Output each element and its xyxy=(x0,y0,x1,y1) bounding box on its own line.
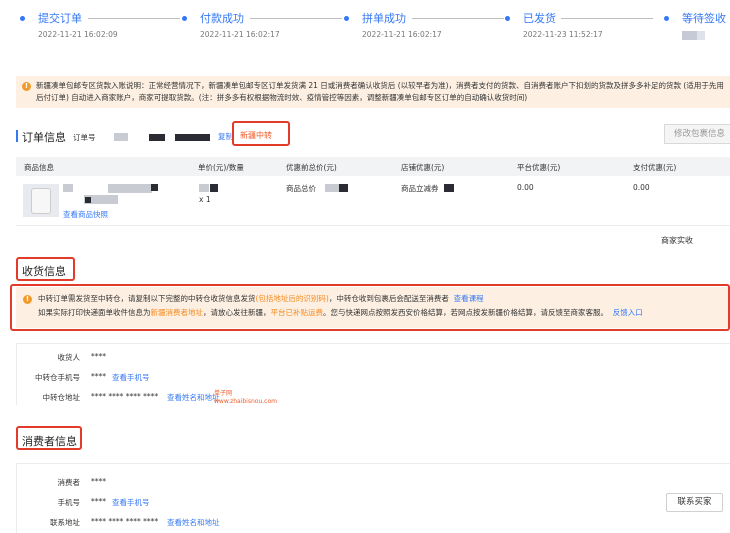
col-price-qty: 单价(元)/数量 xyxy=(198,163,244,172)
merchant-received-label: 商家实收 xyxy=(661,236,693,245)
step-label: 拼单成功 xyxy=(362,12,406,25)
shop-discount-label: 商品立减券 xyxy=(401,184,439,193)
step-connector xyxy=(250,18,342,19)
warehouse-phone-label: 中转仓手机号 xyxy=(35,373,80,382)
redacted-block xyxy=(108,184,152,193)
quantity: x 1 xyxy=(199,195,211,204)
step-time: 2022-11-21 16:02:17 xyxy=(200,30,280,39)
redacted-block xyxy=(114,133,128,141)
step-time: 2022-11-23 11:52:17 xyxy=(523,30,603,39)
redacted-block xyxy=(63,184,73,192)
col-product: 商品信息 xyxy=(24,163,54,172)
order-info-title: 订单信息 xyxy=(22,131,66,144)
divider xyxy=(16,343,730,344)
shirt-thumbnail xyxy=(31,188,51,214)
copy-order-link[interactable]: 复制 xyxy=(218,131,233,142)
consumer-label: 消费者 xyxy=(57,478,81,487)
step-connector xyxy=(88,18,180,19)
highlight-box xyxy=(10,284,730,331)
watermark: www.zhaibisnou.com xyxy=(214,398,277,405)
step-time: 2022-11-21 16:02:09 xyxy=(38,30,118,39)
redacted-block xyxy=(444,184,454,192)
step-dot xyxy=(664,16,669,21)
view-phone-link[interactable]: 查看手机号 xyxy=(112,372,150,383)
step-label: 等待签收 xyxy=(682,12,726,25)
contact-buyer-button[interactable]: 联系买家 xyxy=(666,493,723,512)
redacted-block xyxy=(682,31,697,40)
total-label: 商品总价 xyxy=(286,184,316,193)
transit-tag: 新疆中转 xyxy=(240,131,272,140)
warning-icon: ! xyxy=(22,82,31,91)
col-shop-discount: 店铺优惠(元) xyxy=(401,163,445,172)
step-connector xyxy=(561,18,653,19)
platform-discount: 0.00 xyxy=(517,183,534,192)
redacted-block xyxy=(85,197,91,203)
view-consumer-phone-link[interactable]: 查看手机号 xyxy=(112,497,150,508)
warehouse-phone-value: **** xyxy=(91,372,106,381)
step-label: 提交订单 xyxy=(38,12,82,25)
view-snapshot-link[interactable]: 查看商品快照 xyxy=(63,209,108,220)
col-total: 优惠前总价(元) xyxy=(286,163,337,172)
watermark: 单子网 xyxy=(214,390,233,397)
redacted-block xyxy=(339,184,348,192)
consumer-phone-value: **** xyxy=(91,497,106,506)
receiver-label: 收货人 xyxy=(57,353,81,362)
settlement-notice: ! 新疆凑单包邮专区货款入账说明：正常经营情况下，新疆凑单包邮专区订单发货满 2… xyxy=(16,76,730,108)
divider xyxy=(16,463,730,464)
redacted-block xyxy=(199,184,209,192)
step-connector xyxy=(412,18,504,19)
view-consumer-address-link[interactable]: 查看姓名和地址 xyxy=(167,517,220,528)
redacted-block xyxy=(149,134,165,141)
consumer-address-label: 联系地址 xyxy=(50,518,80,527)
order-no-label: 订单号 xyxy=(73,133,96,142)
highlight-box xyxy=(16,257,75,281)
receiver-value: **** xyxy=(91,352,106,361)
step-label: 已发货 xyxy=(523,12,556,25)
divider xyxy=(16,225,730,226)
table-header: 商品信息 单价(元)/数量 优惠前总价(元) 店铺优惠(元) 平台优惠(元) 支… xyxy=(16,157,730,176)
consumer-value: **** xyxy=(91,477,106,486)
redacted-block xyxy=(325,184,339,192)
step-dot xyxy=(344,16,349,21)
notice-text: 新疆凑单包邮专区货款入账说明：正常经营情况下，新疆凑单包邮专区订单发货满 21 … xyxy=(36,81,724,102)
step-dot xyxy=(182,16,187,21)
section-marker xyxy=(16,130,18,142)
redacted-block xyxy=(210,184,218,192)
highlight-box xyxy=(16,426,82,450)
product-image xyxy=(23,184,59,217)
step-time: 2022-11-21 16:02:17 xyxy=(362,30,442,39)
pay-discount: 0.00 xyxy=(633,183,650,192)
col-pay-discount: 支付优惠(元) xyxy=(633,163,677,172)
step-dot xyxy=(505,16,510,21)
col-platform-discount: 平台优惠(元) xyxy=(517,163,561,172)
warehouse-address-value: **** **** **** **** xyxy=(91,392,159,401)
redacted-block xyxy=(175,134,210,141)
redacted-block xyxy=(697,31,705,40)
consumer-phone-label: 手机号 xyxy=(57,498,81,507)
warehouse-address-label: 中转仓地址 xyxy=(42,393,81,402)
redacted-block xyxy=(151,184,158,191)
modify-package-button[interactable]: 修改包裹信息 xyxy=(664,124,730,144)
order-progress: 提交订单 2022-11-21 16:02:09 付款成功 2022-11-21… xyxy=(0,0,730,60)
consumer-address-value: **** **** **** **** xyxy=(91,517,159,526)
view-name-address-link[interactable]: 查看姓名和地址 xyxy=(167,392,220,403)
step-label: 付款成功 xyxy=(200,12,244,25)
step-dot xyxy=(20,16,25,21)
